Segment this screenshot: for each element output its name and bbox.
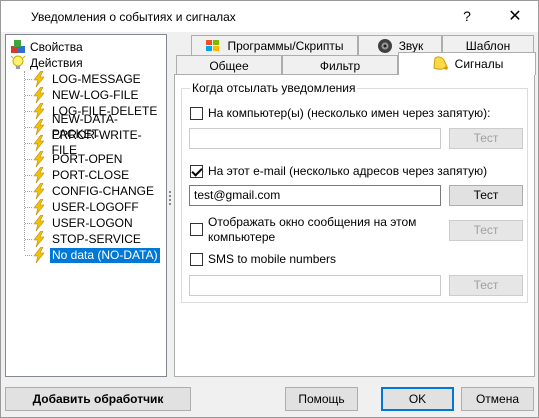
tree-connector: [25, 111, 32, 112]
speaker-icon: [377, 38, 393, 54]
signals-panel: Когда отсылать уведомления На компьютер(…: [174, 74, 535, 377]
tree-connector: [25, 175, 32, 176]
email-field[interactable]: test@gmail.com: [189, 185, 441, 206]
tab-label: Фильтр: [319, 58, 361, 73]
tab-label: Общее: [209, 58, 249, 73]
windows-flag-icon: [205, 39, 221, 53]
test-sms-button[interactable]: Тест: [449, 275, 523, 296]
lightning-icon: [33, 199, 45, 215]
puzzle-icon: [11, 40, 25, 53]
notification-dialog: Уведомления о событиях и сигналах ? ✕ Св…: [0, 0, 539, 418]
help-button[interactable]: Помощь: [285, 387, 358, 411]
tree-item[interactable]: PORT-CLOSE: [32, 167, 131, 183]
tree-item-label: PORT-CLOSE: [52, 167, 130, 182]
popup-checkbox[interactable]: [190, 223, 203, 236]
tree-connector: [25, 79, 32, 80]
test-popup-button[interactable]: Тест: [449, 220, 523, 241]
help-title-button[interactable]: ?: [444, 1, 490, 32]
tab-signals[interactable]: Сигналы: [398, 52, 536, 75]
tree-item[interactable]: LOG-MESSAGE: [32, 71, 143, 87]
ok-button[interactable]: OK: [381, 387, 454, 411]
tab-label: Звук: [398, 38, 424, 53]
test-computer-button[interactable]: Тест: [449, 128, 523, 149]
tab-programs[interactable]: Программы/Скрипты: [191, 35, 358, 55]
lightning-icon: [33, 247, 45, 263]
tree-connector: [25, 127, 32, 128]
tab-filter[interactable]: Фильтр: [282, 55, 398, 75]
lightning-icon: [33, 231, 45, 247]
tree-connector: [25, 191, 32, 192]
tree-node-label: Свойства: [30, 40, 83, 54]
cancel-button[interactable]: Отмена: [461, 387, 534, 411]
tab-label: Шаблон: [465, 38, 511, 53]
lightning-icon: [33, 87, 45, 103]
lightning-icon: [33, 135, 45, 151]
tree-item[interactable]: USER-LOGOFF: [32, 199, 141, 215]
tree-item-label: LOG-MESSAGE: [52, 71, 141, 86]
tree-item-label: No data (NO-DATA): [50, 247, 160, 263]
tree-connector: [24, 71, 25, 251]
tree-item[interactable]: USER-LOGON: [32, 215, 135, 231]
bell-icon: [431, 56, 449, 72]
notify-group: Когда отсылать уведомления На компьютер(…: [181, 81, 528, 303]
close-icon: ✕: [508, 8, 522, 25]
sms-field[interactable]: [189, 275, 441, 296]
tree-node-properties[interactable]: Свойства: [10, 39, 83, 55]
tree-connector: [25, 239, 32, 240]
tree-item[interactable]: CONFIG-CHANGE: [32, 183, 156, 199]
app-icon: [9, 9, 25, 25]
tree-item-label: CONFIG-CHANGE: [52, 183, 154, 198]
lightning-icon: [33, 167, 45, 183]
tree-item-label: USER-LOGOFF: [52, 199, 139, 214]
lightning-icon: [33, 119, 45, 135]
email-checkbox[interactable]: [190, 165, 203, 178]
popup-label-line1: Отображать окно сообщения на этом: [208, 215, 417, 229]
title-bar: Уведомления о событиях и сигналах ? ✕: [1, 1, 538, 32]
tree-item-label: PORT-OPEN: [52, 151, 123, 166]
lightning-icon: [33, 71, 45, 87]
lightning-icon: [33, 215, 45, 231]
computer-field[interactable]: [189, 128, 441, 149]
sms-label: SMS to mobile numbers: [208, 252, 337, 266]
lightbulb-icon: [10, 55, 26, 69]
tab-general[interactable]: Общее: [176, 55, 282, 75]
tree-connector: [25, 143, 32, 144]
tree-item-label: NEW-LOG-FILE: [52, 87, 139, 102]
sms-checkbox[interactable]: [190, 253, 203, 266]
lightning-icon: [33, 183, 45, 199]
tree-node-actions[interactable]: Действия: [10, 55, 83, 71]
event-tree[interactable]: Свойства Действия LOG-MESSAGE NEW-LOG-FI…: [5, 34, 167, 377]
computer-checkbox[interactable]: [190, 107, 203, 120]
tree-connector: [25, 159, 32, 160]
tree-item-label: USER-LOGON: [52, 215, 133, 230]
group-title: Когда отсылать уведомления: [190, 81, 358, 95]
close-button[interactable]: ✕: [492, 1, 538, 32]
tree-item[interactable]: NEW-LOG-FILE: [32, 87, 140, 103]
splitter-grip[interactable]: [169, 191, 171, 211]
tab-label: Программы/Скрипты: [227, 38, 344, 53]
tree-connector: [25, 255, 32, 256]
tree-connector: [25, 223, 32, 224]
tree-item-selected[interactable]: No data (NO-DATA): [32, 247, 160, 263]
popup-label-line2: компьютере: [208, 230, 276, 244]
test-email-button[interactable]: Тест: [449, 185, 523, 206]
tree-item[interactable]: ERROR-WRITE-FILE: [32, 128, 166, 157]
tree-connector: [25, 207, 32, 208]
tree-item[interactable]: STOP-SERVICE: [32, 231, 143, 247]
add-handler-button[interactable]: Добавить обработчик: [5, 387, 191, 411]
help-icon: ?: [463, 8, 471, 24]
lightning-icon: [33, 103, 45, 119]
tree-item-label: STOP-SERVICE: [52, 231, 141, 246]
window-title: Уведомления о событиях и сигналах: [31, 10, 236, 24]
computer-label: На компьютер(ы) (несколько имен через за…: [208, 106, 491, 120]
tab-label: Сигналы: [454, 57, 504, 71]
lightning-icon: [33, 151, 45, 167]
tree-item[interactable]: PORT-OPEN: [32, 151, 124, 167]
email-label: На этот e-mail (несколько адресов через …: [208, 164, 488, 178]
tree-node-label: Действия: [30, 56, 83, 70]
tree-connector: [25, 95, 32, 96]
